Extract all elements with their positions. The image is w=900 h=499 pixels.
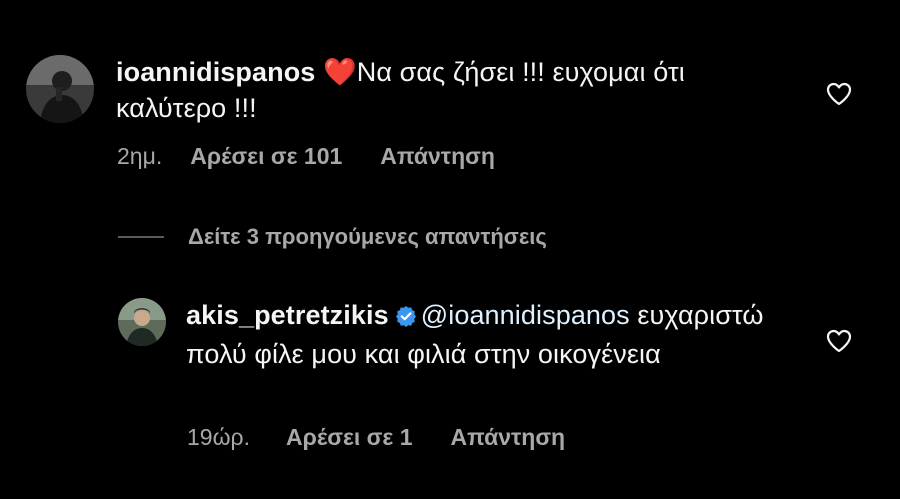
like-button[interactable]	[826, 82, 852, 111]
comment-meta: 2ημ. Αρέσει σε 101 Απάντηση	[117, 143, 495, 170]
heart-outline-icon	[826, 82, 852, 106]
comment-time: 2ημ.	[117, 143, 163, 169]
comment-username[interactable]: ioannidispanos	[116, 57, 315, 87]
reply-username[interactable]: akis_petretzikis	[186, 300, 389, 330]
comment-body: ioannidispanos ❤️Να σας ζήσει !!! ευχομα…	[116, 54, 796, 126]
person-avatar-icon	[26, 55, 94, 123]
view-previous-replies[interactable]: Δείτε 3 προηγούμενες απαντήσεις	[118, 224, 547, 250]
person-avatar-icon	[118, 298, 166, 346]
view-replies-label: Δείτε 3 προηγούμενες απαντήσεις	[188, 224, 547, 249]
reply-time: 19ώρ.	[187, 424, 251, 450]
avatar[interactable]	[26, 55, 94, 123]
mention-link[interactable]: @ioannidispanos	[421, 300, 630, 330]
comments-panel: ioannidispanos ❤️Να σας ζήσει !!! ευχομα…	[0, 0, 900, 499]
reply-meta: 19ώρ. Αρέσει σε 1 Απάντηση	[187, 424, 565, 451]
avatar[interactable]	[118, 298, 166, 346]
reply-button[interactable]: Απάντηση	[451, 424, 566, 451]
reply-button[interactable]: Απάντηση	[380, 143, 495, 170]
reply-body: akis_petretzikis @ioannidispanos ευχαρισ…	[186, 297, 786, 372]
divider-line	[118, 236, 164, 238]
heart-emoji-icon: ❤️	[323, 57, 357, 87]
comment-likes[interactable]: Αρέσει σε 101	[190, 143, 342, 170]
reply-likes[interactable]: Αρέσει σε 1	[286, 424, 412, 451]
like-button[interactable]	[826, 329, 852, 358]
heart-outline-icon	[826, 329, 852, 353]
verified-badge-icon	[395, 300, 417, 336]
